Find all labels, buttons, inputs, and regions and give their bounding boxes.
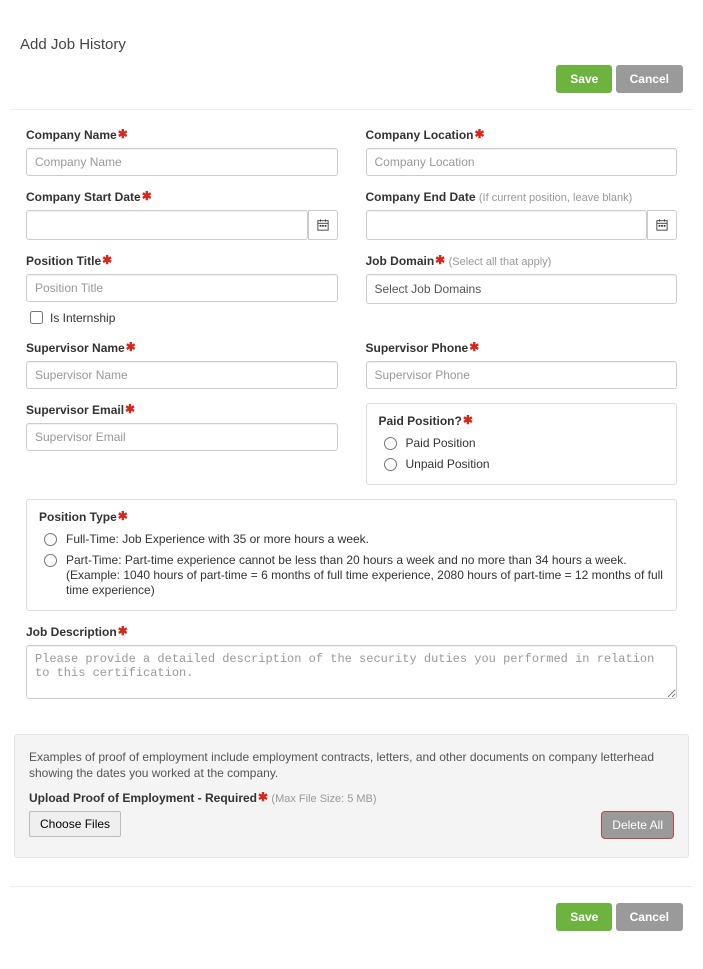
- unpaid-position-option-label: Unpaid Position: [406, 457, 490, 472]
- upload-hint: (Max File Size: 5 MB): [271, 793, 376, 805]
- position-title-label: Position Title✱: [26, 254, 338, 268]
- company-start-calendar-button[interactable]: [308, 210, 338, 240]
- save-button[interactable]: Save: [556, 65, 612, 93]
- is-internship-label: Is Internship: [50, 311, 115, 325]
- supervisor-phone-label: Supervisor Phone✱: [366, 341, 678, 355]
- supervisor-email-input[interactable]: [26, 423, 338, 451]
- position-type-label: Position Type✱: [39, 510, 664, 524]
- company-start-input[interactable]: [26, 210, 308, 240]
- supervisor-phone-input[interactable]: [366, 361, 678, 389]
- upload-label: Upload Proof of Employment - Required: [29, 791, 257, 805]
- part-time-radio[interactable]: [44, 554, 57, 567]
- company-end-label: Company End Date (If current position, l…: [366, 190, 678, 204]
- position-title-input[interactable]: [26, 274, 338, 302]
- job-domain-select[interactable]: Select Job Domains: [366, 274, 678, 304]
- position-type-group: Position Type✱ Full-Time: Job Experience…: [26, 499, 677, 611]
- company-start-label: Company Start Date✱: [26, 190, 338, 204]
- company-end-calendar-button[interactable]: [647, 210, 677, 240]
- company-location-input[interactable]: [366, 148, 678, 176]
- company-name-input[interactable]: [26, 148, 338, 176]
- page-title: Add Job History: [20, 36, 683, 53]
- upload-intro-text: Examples of proof of employment include …: [29, 749, 674, 781]
- unpaid-position-radio[interactable]: [384, 458, 397, 471]
- paid-position-group: Paid Position?✱ Paid Position Unpaid Pos…: [366, 403, 678, 485]
- job-description-label: Job Description✱: [26, 625, 677, 639]
- paid-position-label: Paid Position?✱: [379, 414, 665, 428]
- company-location-label: Company Location✱: [366, 128, 678, 142]
- job-description-textarea[interactable]: [26, 645, 677, 699]
- calendar-icon: [656, 219, 668, 231]
- full-time-radio[interactable]: [44, 533, 57, 546]
- job-domain-label: Job Domain✱ (Select all that apply): [366, 254, 678, 268]
- calendar-icon: [317, 219, 329, 231]
- company-end-input[interactable]: [366, 210, 648, 240]
- is-internship-checkbox[interactable]: [30, 311, 43, 324]
- supervisor-name-label: Supervisor Name✱: [26, 341, 338, 355]
- choose-files-button[interactable]: Choose Files: [29, 811, 121, 837]
- part-time-label: Part-Time: Part-time experience cannot b…: [66, 553, 664, 598]
- cancel-button[interactable]: Cancel: [616, 65, 683, 93]
- delete-all-button[interactable]: Delete All: [601, 811, 674, 839]
- company-name-label: Company Name✱: [26, 128, 338, 142]
- save-button-footer[interactable]: Save: [556, 903, 612, 931]
- paid-position-option-label: Paid Position: [406, 436, 476, 451]
- full-time-label: Full-Time: Job Experience with 35 or mor…: [66, 532, 369, 547]
- supervisor-email-label: Supervisor Email✱: [26, 403, 338, 417]
- paid-position-radio[interactable]: [384, 437, 397, 450]
- cancel-button-footer[interactable]: Cancel: [616, 903, 683, 931]
- supervisor-name-input[interactable]: [26, 361, 338, 389]
- upload-panel: Examples of proof of employment include …: [14, 734, 689, 858]
